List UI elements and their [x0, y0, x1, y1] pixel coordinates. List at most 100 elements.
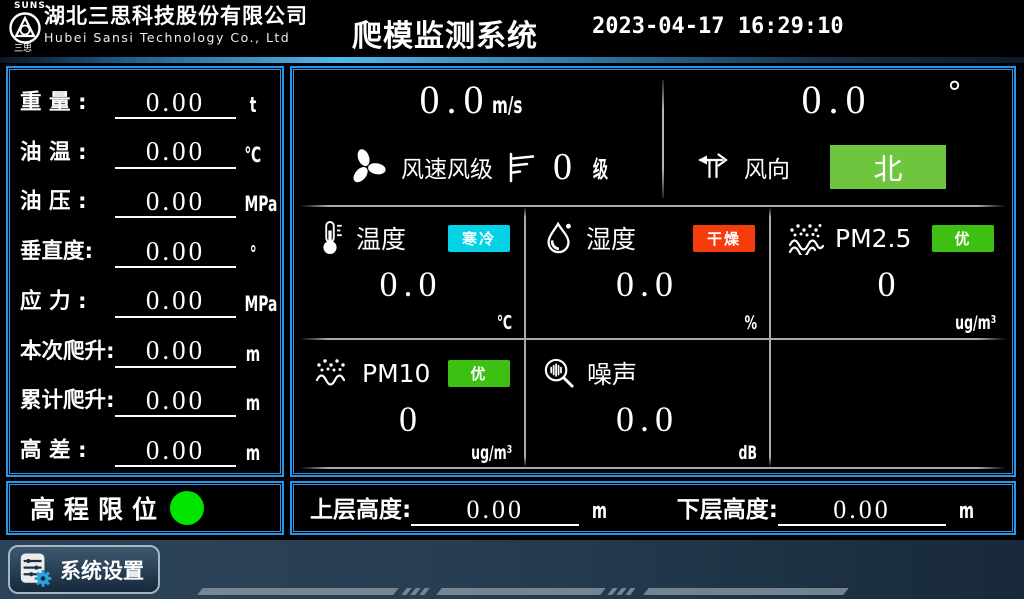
settings-button[interactable]: 系统设置	[8, 545, 160, 594]
row-unit: m	[246, 342, 260, 366]
row-unit: t	[250, 93, 257, 117]
grid-line	[524, 207, 526, 467]
row-current-climb: 本次爬升: 0.00 m	[20, 325, 270, 368]
row-height-difference: 高 差 : 0.00 m	[20, 424, 270, 467]
fan-icon	[346, 146, 388, 188]
grid-line	[300, 467, 1006, 469]
status-light-green	[170, 491, 204, 525]
header-divider-bar	[0, 57, 1024, 63]
row-unit: MPa	[244, 192, 277, 216]
wind-speed-unit: m/s	[492, 93, 522, 119]
decorative-stripe	[419, 588, 429, 595]
upper-height-label: 上层高度:	[310, 490, 411, 526]
status-badge: 寒冷	[448, 225, 510, 252]
sensor-label: PM10	[362, 359, 430, 388]
taskbar: 系统设置	[0, 540, 1024, 599]
settings-button-label: 系统设置	[60, 555, 144, 585]
sensor-cell-humidity: 湿度 干燥 0.0 %	[528, 207, 767, 336]
decorative-stripe	[625, 588, 635, 595]
lower-height-label: 下层高度:	[677, 490, 778, 526]
grid-line	[769, 207, 771, 467]
row-unit: m	[246, 441, 260, 465]
row-value: 0.00	[115, 336, 236, 367]
upper-height-value: 0.00	[411, 496, 579, 526]
row-label: 重 量 :	[20, 85, 115, 119]
row-value: 0.00	[115, 88, 236, 119]
company-name-cn: 湖北三思科技股份有限公司	[44, 4, 308, 28]
wind-direction-section: 0.0 ° 风向 北	[666, 74, 1008, 205]
row-weight: 重 量 : 0.00 t	[20, 76, 270, 119]
sensor-cell-temperature: 温度 寒冷 0.0 ℃	[300, 207, 522, 336]
row-label: 高 差 :	[20, 433, 115, 467]
header: SUNS 三思 湖北三思科技股份有限公司 Hubei Sansi Technol…	[0, 0, 1024, 57]
wind-speed-section: 0.0m/s 风速风级	[298, 74, 660, 205]
droplet-icon	[542, 220, 576, 256]
dust-particles-icon	[314, 356, 352, 390]
row-label: 累计爬升:	[20, 383, 115, 417]
row-unit: °	[250, 242, 257, 266]
decorative-stripe	[643, 588, 848, 595]
wind-direction-label: 风向	[744, 150, 790, 184]
row-unit: ℃	[245, 143, 262, 167]
row-unit: m	[246, 391, 260, 415]
row-stress: 应 力 : 0.00 MPa	[20, 275, 270, 318]
row-value: 0.00	[115, 187, 236, 218]
sensor-cell-pm25: PM2.5 优 0 ug/m³	[773, 207, 1006, 336]
row-value: 0.00	[115, 436, 236, 467]
row-label: 本次爬升:	[20, 334, 115, 368]
sensor-label: 湿度	[586, 220, 636, 256]
lower-height-unit: m	[958, 499, 973, 524]
lower-height-group: 下层高度: 0.00 m	[677, 490, 986, 526]
row-label: 应 力 :	[20, 284, 115, 318]
dust-particles-icon	[787, 221, 825, 255]
decorative-stripe	[436, 588, 605, 595]
wind-level-unit: 级	[593, 150, 608, 184]
sensor-value: 0.0	[300, 263, 522, 305]
thermometer-icon	[314, 219, 346, 257]
wind-direction-unit: °	[947, 76, 962, 111]
row-oil-temperature: 油 温 : 0.00 ℃	[20, 126, 270, 169]
settings-sliders-gear-icon	[18, 551, 52, 588]
measurements-panel: 重 量 : 0.00 t 油 温 : 0.00 ℃ 油 压 : 0.00 MPa…	[6, 66, 284, 477]
sensor-label: PM2.5	[835, 224, 911, 253]
decorative-stripe	[197, 588, 398, 595]
sensor-unit: ug/m³	[955, 312, 996, 334]
status-badge: 优	[932, 225, 994, 252]
sensor-value: 0	[300, 398, 522, 440]
wind-level-value: 0	[553, 145, 572, 189]
row-value: 0.00	[115, 286, 236, 317]
status-badge: 干燥	[693, 225, 755, 252]
row-verticality: 垂直度: 0.00 °	[20, 225, 270, 268]
sensor-value: 0.0	[528, 263, 767, 305]
row-label: 油 温 :	[20, 135, 115, 169]
sensor-cell-noise: 噪声 0.0 dB	[528, 342, 767, 466]
status-badge: 优	[448, 360, 510, 387]
environment-panel: 0.0m/s 风速风级	[290, 66, 1016, 477]
sensor-unit: ug/m³	[471, 442, 512, 464]
sensor-grid: 温度 寒冷 0.0 ℃ 湿度 干燥	[298, 205, 1008, 469]
wind-speed-label: 风速风级	[401, 150, 493, 184]
row-value: 0.00	[115, 237, 236, 268]
sensor-cell-empty	[773, 342, 1006, 466]
hmi-screen: SUNS 三思 湖北三思科技股份有限公司 Hubei Sansi Technol…	[0, 0, 1024, 599]
sensor-cell-pm10: PM10 优 0 ug/m³	[300, 342, 522, 466]
sensor-unit: %	[744, 312, 757, 334]
row-total-climb: 累计爬升: 0.00 m	[20, 374, 270, 417]
sensor-unit: ℃	[497, 312, 512, 334]
row-value: 0.00	[115, 137, 236, 168]
elevation-limit-label: 高程限位	[30, 490, 166, 526]
row-label: 油 压 :	[20, 184, 115, 218]
datetime-display: 2023-04-17 16:29:10	[592, 14, 844, 39]
logo-cn-text: 三思	[14, 41, 32, 54]
sensor-label: 噪声	[587, 355, 637, 391]
row-unit: MPa	[244, 292, 277, 316]
wind-level-icon	[506, 149, 536, 185]
upper-height-unit: m	[592, 499, 607, 524]
row-label: 垂直度:	[20, 234, 115, 268]
wind-speed-value: 0.0	[419, 77, 490, 122]
sensor-value: 0	[773, 263, 1006, 305]
lower-height-value: 0.00	[778, 496, 946, 526]
upper-height-group: 上层高度: 0.00 m	[310, 490, 619, 526]
sensor-unit: dB	[738, 442, 757, 464]
row-value: 0.00	[115, 386, 236, 417]
